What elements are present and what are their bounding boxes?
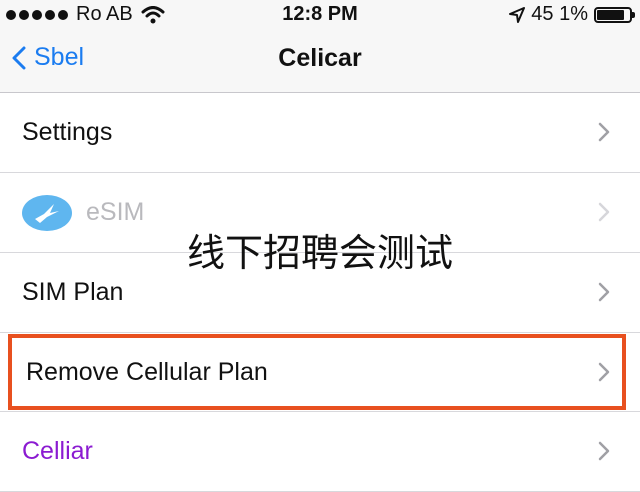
esim-bird-icon [22, 194, 72, 231]
chevron-right-icon [598, 202, 610, 222]
row-settings[interactable]: Settings [0, 93, 640, 173]
row-label: Celliar [22, 437, 93, 465]
page-title: Celicar [278, 44, 362, 72]
row-label: eSIM [86, 198, 145, 226]
status-bar: Ro AB 12:8 PM 45 1% [0, 0, 640, 30]
status-right: 45 1% [509, 3, 635, 26]
row-label: Remove Cellular Plan [26, 357, 268, 386]
navigation-bar: Sbel Celicar [0, 30, 640, 93]
row-celliar[interactable]: Celliar [0, 412, 640, 492]
location-arrow-icon [509, 6, 526, 23]
row-remove-cellular-plan[interactable]: Remove Cellular Plan [0, 333, 640, 412]
row-label: SIM Plan [22, 278, 124, 306]
battery-percentage: 45 1% [531, 3, 588, 25]
chevron-right-icon [598, 362, 610, 382]
battery-fill [597, 9, 625, 20]
chevron-right-icon [598, 441, 610, 461]
row-esim[interactable]: eSIM [0, 173, 640, 253]
chevron-right-icon [598, 282, 610, 302]
row-label: Settings [22, 118, 113, 146]
settings-list: Settings eSIM SIM Plan Remove Cellular P… [0, 93, 640, 492]
battery-icon [594, 6, 635, 23]
chevron-right-icon [598, 122, 610, 142]
row-sim-plan[interactable]: SIM Plan [0, 253, 640, 333]
